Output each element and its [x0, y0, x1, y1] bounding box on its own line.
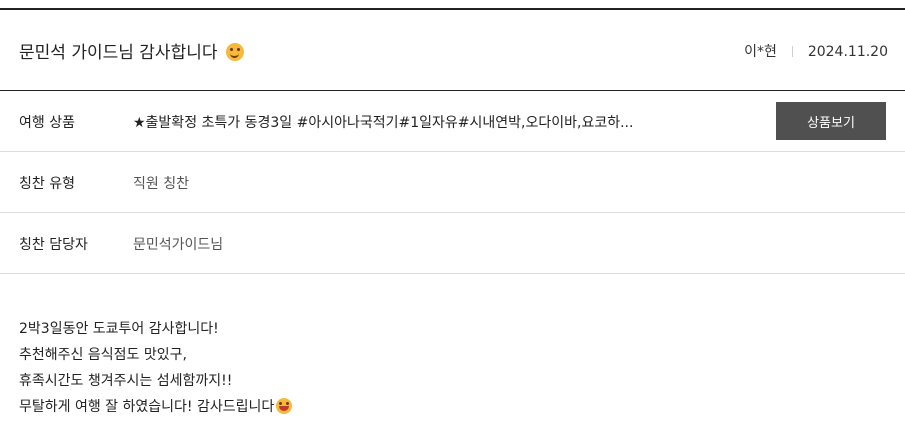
- review-body-line: 휴족시간도 챙겨주시는 섬세함까지!!: [19, 373, 233, 389]
- review-header: 문민석 가이드님 감사합니다 이*현 2024.11.20: [0, 10, 905, 90]
- detail-row-praise-type: 칭찬 유형 직원 칭찬: [0, 152, 905, 213]
- praise-type-label: 칭찬 유형: [19, 176, 75, 192]
- review-author: 이*현: [744, 44, 777, 60]
- review-body-last-line: 무탈하게 여행 잘 하였습니다! 감사드립니다: [19, 394, 293, 420]
- grinning-face-icon: [276, 398, 293, 414]
- praise-type-value: 직원 칭찬: [133, 176, 189, 192]
- review-meta: 이*현 2024.11.20: [744, 41, 888, 61]
- review-detail: 문민석 가이드님 감사합니다 이*현 2024.11.20 여행 상품 ★출발확정…: [0, 0, 905, 421]
- detail-row-product: 여행 상품 ★출발확정 초특가 동경3일 #아시아나국적기#1일자유#시내연박,…: [0, 91, 905, 152]
- meta-separator: [791, 46, 793, 57]
- smiling-face-icon: [225, 43, 244, 61]
- product-label: 여행 상품: [19, 115, 75, 131]
- detail-row-praise-target: 칭찬 담당자 문민석가이드님: [0, 213, 905, 274]
- review-title: 문민석 가이드님 감사합니다: [19, 38, 244, 63]
- review-body-line: 추천해주신 음식점도 맛있구,: [19, 347, 187, 363]
- review-body: 2박3일동안 도쿄투어 감사합니다! 추천해주신 음식점도 맛있구, 휴족시간도…: [19, 316, 293, 420]
- praise-target-label: 칭찬 담당자: [19, 237, 88, 253]
- review-body-line: 무탈하게 여행 잘 하였습니다! 감사드립니다: [19, 399, 275, 415]
- review-date: 2024.11.20: [807, 44, 888, 60]
- review-body-line: 2박3일동안 도쿄투어 감사합니다!: [19, 321, 219, 337]
- review-title-text: 문민석 가이드님 감사합니다: [19, 43, 218, 63]
- praise-target-value: 문민석가이드님: [133, 237, 224, 253]
- view-product-button[interactable]: 상품보기: [776, 102, 886, 140]
- product-value: ★출발확정 초특가 동경3일 #아시아나국적기#1일자유#시내연박,오다이바,요…: [133, 115, 634, 131]
